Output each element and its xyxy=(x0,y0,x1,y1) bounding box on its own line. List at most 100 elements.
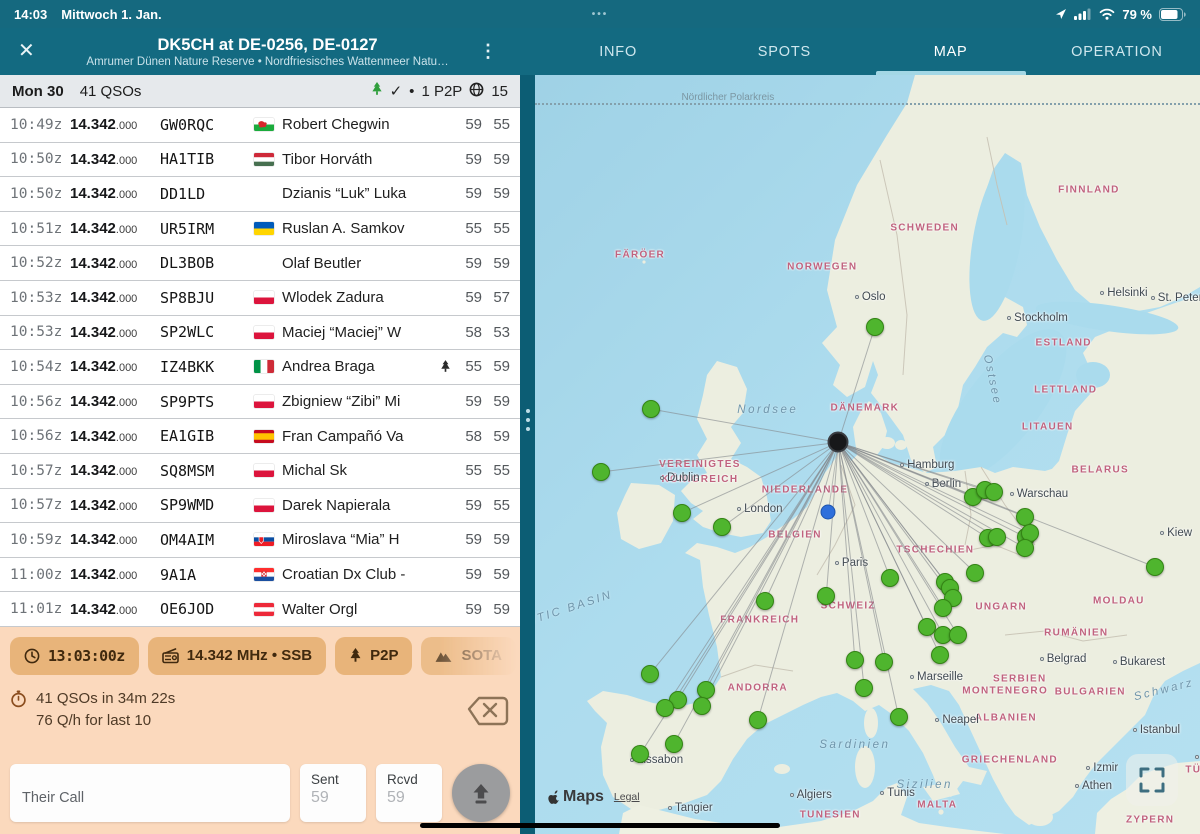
kebab-menu-icon[interactable]: ⋮ xyxy=(479,41,497,62)
qso-location-dot[interactable] xyxy=(665,735,683,753)
qso-location-dot[interactable] xyxy=(693,697,711,715)
qso-location-dot[interactable] xyxy=(934,599,952,617)
qso-list: 10:49z14.342.000GW0RQCRobert Chegwin5955… xyxy=(0,108,520,627)
qso-row[interactable]: 10:59z14.342.000OM4AIMMiroslava “Mia” H5… xyxy=(0,523,520,558)
log-qso-button[interactable] xyxy=(452,764,510,822)
qso-location-dot[interactable] xyxy=(966,564,984,582)
qso-callsign: DL3BOB xyxy=(160,254,254,272)
qso-row[interactable]: 11:00z14.342.0009A1ACroatian Dx Club -59… xyxy=(0,558,520,593)
qso-location-dot[interactable] xyxy=(875,653,893,671)
qso-location-dot[interactable] xyxy=(1146,558,1164,576)
qso-location-dot[interactable] xyxy=(846,651,864,669)
qso-rst-rcvd: 59 xyxy=(482,566,510,583)
qso-row[interactable]: 10:49z14.342.000GW0RQCRobert Chegwin5955 xyxy=(0,108,520,143)
p2p-button[interactable]: P2P xyxy=(335,637,412,675)
qso-location-dot[interactable] xyxy=(918,618,936,636)
qso-frequency: 14.342.000 xyxy=(70,566,160,583)
qso-frequency: 14.342.000 xyxy=(70,497,160,514)
qso-location-dot[interactable] xyxy=(756,592,774,610)
qso-location-dot[interactable] xyxy=(881,569,899,587)
qso-rst-rcvd: 57 xyxy=(482,289,510,306)
qso-location-dot[interactable] xyxy=(641,665,659,683)
rcvd-field[interactable]: Rcvd 59 xyxy=(376,764,442,822)
qso-location-dot[interactable] xyxy=(713,518,731,536)
p2p-count-label: 1 P2P xyxy=(421,83,462,100)
fullscreen-button[interactable] xyxy=(1126,754,1178,806)
their-call-input[interactable] xyxy=(10,764,290,822)
tab-map[interactable]: MAP xyxy=(868,28,1034,75)
qso-row[interactable]: 10:57z14.342.000SP9WMDDarek Napierala595… xyxy=(0,489,520,524)
close-icon[interactable]: ✕ xyxy=(18,38,35,63)
tab-info[interactable]: INFO xyxy=(535,28,701,75)
battery-percent: 79 % xyxy=(1122,7,1152,22)
sota-button[interactable]: SOTA xyxy=(421,637,516,675)
qso-location-dot[interactable] xyxy=(890,708,908,726)
backspace-button[interactable] xyxy=(466,694,510,731)
qso-location-dot[interactable] xyxy=(592,463,610,481)
location-arrow-icon xyxy=(1055,8,1067,20)
tab-operation[interactable]: OPERATION xyxy=(1034,28,1200,75)
day-header[interactable]: Mon 30 41 QSOs ✓ • 1 P2P 15 xyxy=(0,75,520,108)
time-button[interactable]: 13:03:00z xyxy=(10,637,139,675)
qso-location-dot[interactable] xyxy=(749,711,767,729)
qso-rst-sent: 59 xyxy=(454,185,482,202)
qso-operator-name: Maciej “Maciej” W xyxy=(282,324,436,341)
header: ✕ DK5CH at DE-0256, DE-0127 Amrumer Düne… xyxy=(0,28,1200,75)
status-bar: 14:03 Mittwoch 1. Jan. ••• 79 % xyxy=(0,0,1200,28)
qso-operator-name: Dzianis “Luk” Luka xyxy=(282,185,436,202)
apple-maps-logo: Maps xyxy=(547,788,604,806)
qso-location-dot[interactable] xyxy=(866,318,884,336)
tab-spots[interactable]: SPOTS xyxy=(701,28,867,75)
qso-row[interactable]: 10:52z14.342.000DL3BOBOlaf Beutler5959 xyxy=(0,246,520,281)
poland-flag-icon xyxy=(254,326,274,339)
legal-link[interactable]: Legal xyxy=(614,791,640,803)
qso-location-dot[interactable] xyxy=(985,483,1003,501)
qso-time: 10:53z xyxy=(10,290,70,306)
rcvd-value: 59 xyxy=(387,789,442,807)
qso-row[interactable]: 10:54z14.342.000IZ4BKKAndrea Braga5559 xyxy=(0,350,520,385)
home-indicator[interactable] xyxy=(420,823,780,828)
frequency-mode-button[interactable]: 14.342 MHz • SSB xyxy=(148,637,326,675)
qso-location-dot[interactable] xyxy=(931,646,949,664)
qso-rst-sent: 59 xyxy=(454,531,482,548)
qso-location-dot[interactable] xyxy=(817,587,835,605)
qso-time: 10:57z xyxy=(10,463,70,479)
qso-row[interactable]: 11:01z14.342.000OE6JODWalter Orgl5959 xyxy=(0,592,520,627)
qso-frequency: 14.342.000 xyxy=(70,358,160,375)
qso-callsign: OM4AIM xyxy=(160,531,254,549)
qso-rst-rcvd: 59 xyxy=(482,601,510,618)
map-view[interactable]: Nördlicher Polarkreis NORWEGENSCHWEDENFI… xyxy=(535,75,1200,834)
qso-location-dot[interactable] xyxy=(656,699,674,717)
qso-row[interactable]: 10:56z14.342.000EA1GIBFran Campañó Va585… xyxy=(0,419,520,454)
qso-row[interactable]: 10:53z14.342.000SP8BJUWlodek Zadura5957 xyxy=(0,281,520,316)
day-label: Mon 30 xyxy=(12,83,64,100)
sent-field[interactable]: Sent 59 xyxy=(300,764,366,822)
qso-row[interactable]: 10:53z14.342.000SP2WLCMaciej “Maciej” W5… xyxy=(0,316,520,351)
qso-callsign: SP9WMD xyxy=(160,496,254,514)
qso-callsign: OE6JOD xyxy=(160,600,254,618)
qso-location-dot[interactable] xyxy=(949,626,967,644)
spot-location-dot[interactable] xyxy=(821,505,836,520)
qso-row[interactable]: 10:50z14.342.000HA1TIBTibor Horváth5959 xyxy=(0,143,520,178)
qso-operator-name: Darek Napierala xyxy=(282,497,436,514)
qso-location-dot[interactable] xyxy=(631,745,649,763)
qso-location-dot[interactable] xyxy=(1016,508,1034,526)
station-location-dot[interactable] xyxy=(828,432,849,453)
panel-resize-handle[interactable] xyxy=(520,75,535,834)
tab-bar: INFO SPOTS MAP OPERATION xyxy=(535,28,1200,75)
qso-location-dot[interactable] xyxy=(855,679,873,697)
qso-location-dot[interactable] xyxy=(642,400,660,418)
qso-row[interactable]: 10:50z14.342.000DD1LDDzianis “Luk” Luka5… xyxy=(0,177,520,212)
qso-location-dot[interactable] xyxy=(1016,539,1034,557)
wifi-icon xyxy=(1099,8,1115,20)
qso-location-dot[interactable] xyxy=(673,504,691,522)
qso-row[interactable]: 10:57z14.342.000SQ8MSMMichal Sk5555 xyxy=(0,454,520,489)
qso-row[interactable]: 10:56z14.342.000SP9PTSZbigniew “Zibi” Mi… xyxy=(0,385,520,420)
qso-rst-rcvd: 59 xyxy=(482,151,510,168)
qso-rate-line1: 41 QSOs in 34m 22s xyxy=(36,688,175,710)
qso-row[interactable]: 10:51z14.342.000UR5IRMRuslan A. Samkov55… xyxy=(0,212,520,247)
qso-frequency: 14.342.000 xyxy=(70,185,160,202)
qso-rst-sent: 59 xyxy=(454,566,482,583)
qso-location-dot[interactable] xyxy=(988,528,1006,546)
maps-attribution: Maps xyxy=(563,788,604,806)
